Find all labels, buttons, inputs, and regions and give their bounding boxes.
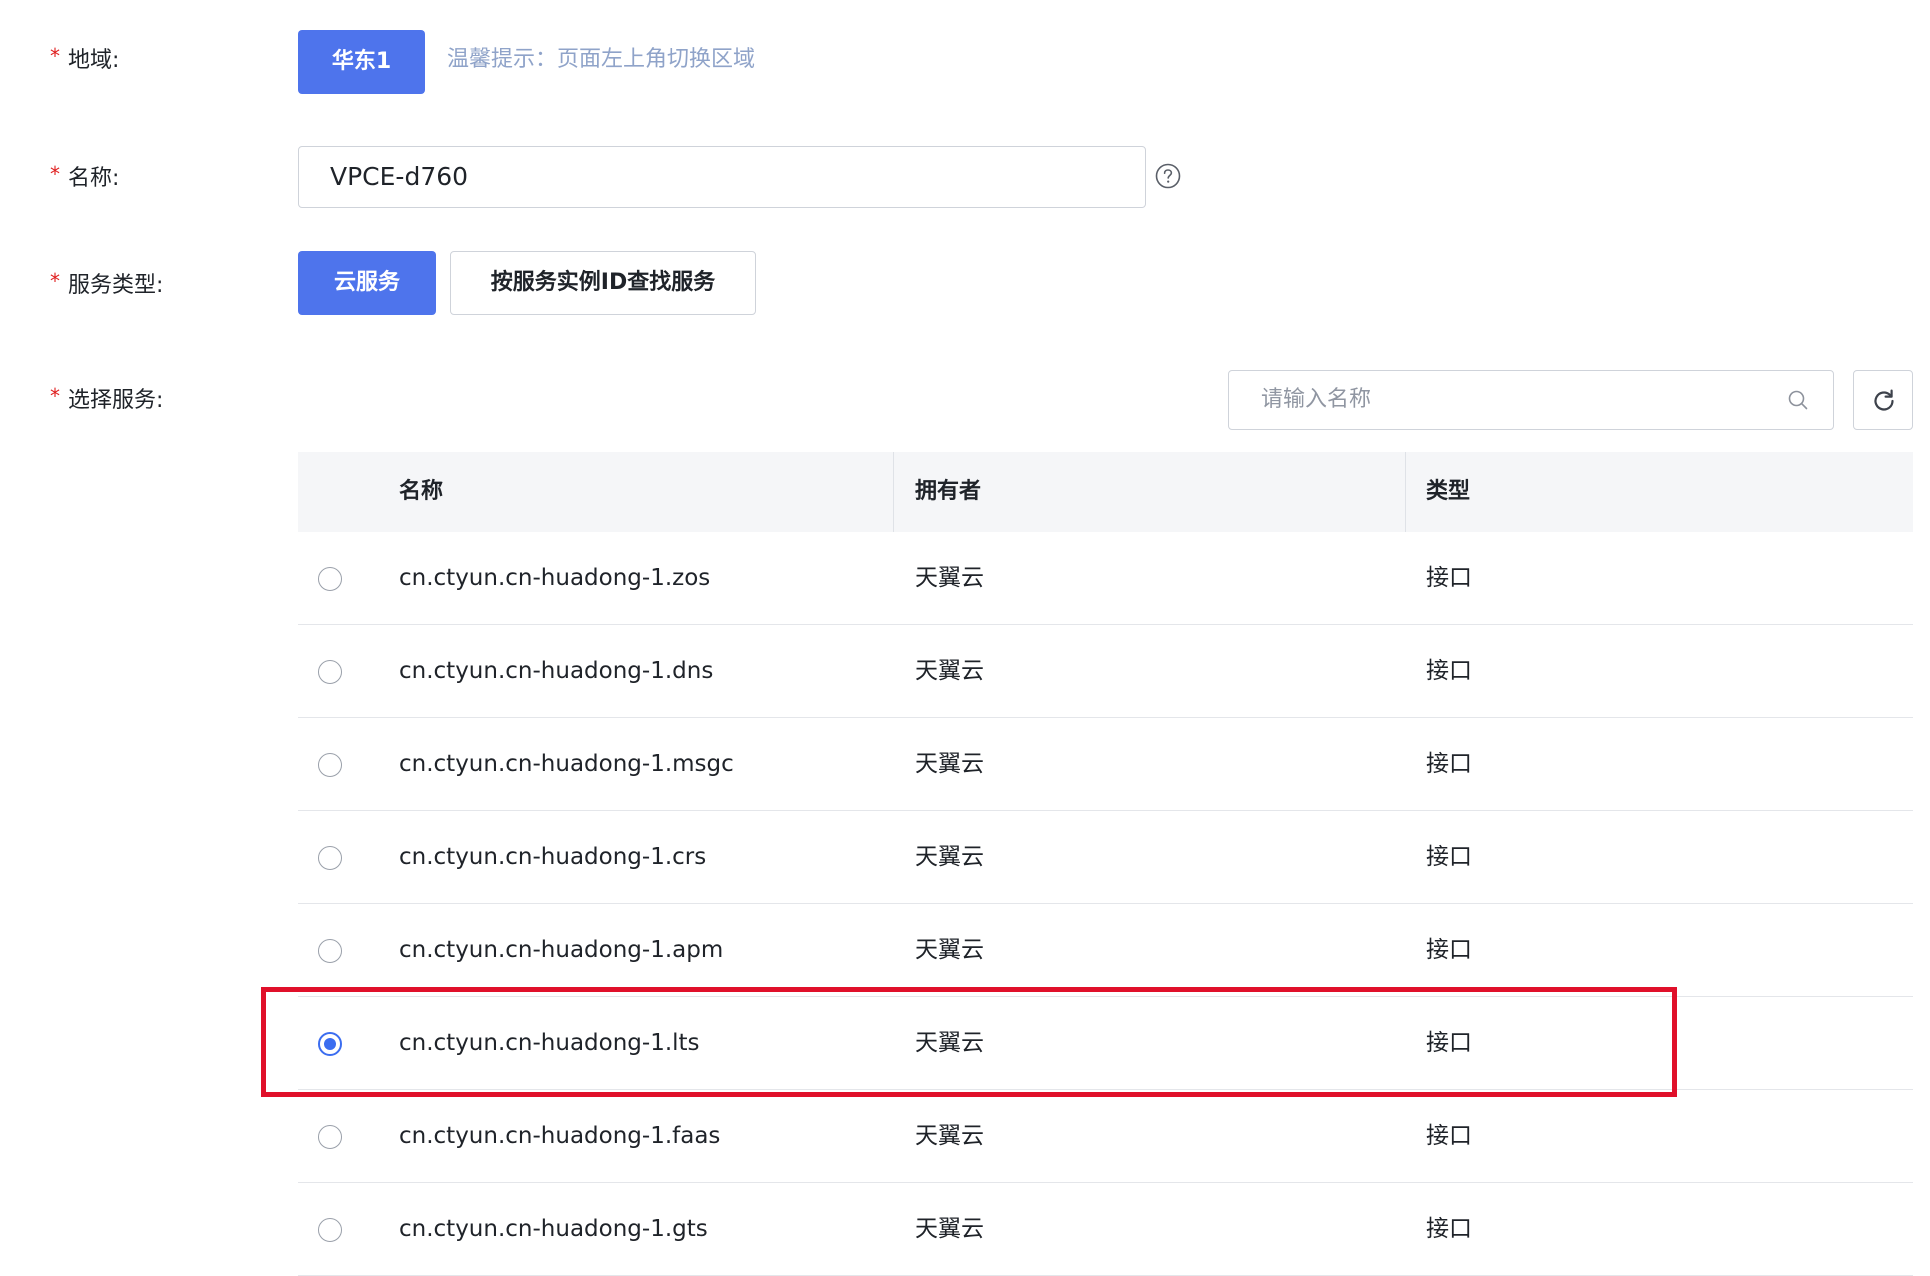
service-owner: 天翼云 <box>915 751 984 777</box>
required-mark: * <box>50 44 60 68</box>
column-header-type: 类型 <box>1426 479 1471 504</box>
row-radio[interactable] <box>318 1218 342 1242</box>
refresh-button[interactable] <box>1853 370 1913 430</box>
table-row[interactable]: cn.ctyun.cn-huadong-1.zos 天翼云 接口 <box>298 532 1913 625</box>
search-input[interactable]: 请输入名称 <box>1228 370 1834 430</box>
service-type-label: * 服务类型: <box>50 265 163 305</box>
region-hint: 温馨提示：页面左上角切换区域 <box>447 47 756 72</box>
row-radio[interactable] <box>318 939 342 963</box>
service-type: 接口 <box>1426 1216 1472 1242</box>
service-type: 接口 <box>1426 844 1472 870</box>
service-owner: 天翼云 <box>915 565 984 591</box>
service-name: cn.ctyun.cn-huadong-1.crs <box>399 844 707 870</box>
name-input[interactable]: VPCE-d760 <box>298 146 1146 208</box>
table-row[interactable]: cn.ctyun.cn-huadong-1.apm 天翼云 接口 <box>298 904 1913 997</box>
row-radio[interactable] <box>318 846 342 870</box>
service-owner: 天翼云 <box>915 658 984 684</box>
search-icon[interactable] <box>1787 389 1809 411</box>
service-name: cn.ctyun.cn-huadong-1.lts <box>399 1030 700 1056</box>
service-owner: 天翼云 <box>915 1123 984 1149</box>
name-label-text: 名称: <box>68 166 120 191</box>
required-mark: * <box>50 269 60 293</box>
service-type-label-text: 服务类型: <box>68 273 164 298</box>
column-header-name: 名称 <box>399 479 444 504</box>
service-type: 接口 <box>1426 565 1472 591</box>
row-radio[interactable] <box>318 1125 342 1149</box>
service-type: 接口 <box>1426 1030 1472 1056</box>
row-radio[interactable] <box>318 660 342 684</box>
column-divider <box>893 452 894 532</box>
search-placeholder: 请输入名称 <box>1261 387 1372 412</box>
service-type-instance-id-button[interactable]: 按服务实例ID查找服务 <box>450 251 756 315</box>
table-header: 名称 拥有者 类型 <box>298 452 1913 532</box>
select-service-label-text: 选择服务: <box>68 388 164 413</box>
service-type: 接口 <box>1426 751 1472 777</box>
select-service-label: * 选择服务: <box>50 380 163 420</box>
service-name: cn.ctyun.cn-huadong-1.zos <box>399 565 711 591</box>
service-owner: 天翼云 <box>915 844 984 870</box>
service-name: cn.ctyun.cn-huadong-1.faas <box>399 1123 721 1149</box>
region-button[interactable]: 华东1 <box>298 30 425 94</box>
service-owner: 天翼云 <box>915 937 984 963</box>
service-name: cn.ctyun.cn-huadong-1.apm <box>399 937 724 963</box>
region-label: * 地域: <box>50 40 119 80</box>
table-row[interactable]: cn.ctyun.cn-huadong-1.dns 天翼云 接口 <box>298 625 1913 718</box>
row-radio[interactable] <box>318 567 342 591</box>
service-type-cloud-button[interactable]: 云服务 <box>298 251 436 315</box>
service-owner: 天翼云 <box>915 1216 984 1242</box>
service-type: 接口 <box>1426 658 1472 684</box>
required-mark: * <box>50 162 60 186</box>
required-mark: * <box>50 384 60 408</box>
table-row[interactable]: cn.ctyun.cn-huadong-1.faas 天翼云 接口 <box>298 1090 1913 1183</box>
column-divider <box>1405 452 1406 532</box>
region-label-text: 地域: <box>68 48 120 73</box>
service-owner: 天翼云 <box>915 1030 984 1056</box>
table-row-selected[interactable]: cn.ctyun.cn-huadong-1.lts 天翼云 接口 <box>298 997 1913 1090</box>
service-type: 接口 <box>1426 937 1472 963</box>
column-header-owner: 拥有者 <box>915 479 982 504</box>
service-name: cn.ctyun.cn-huadong-1.dns <box>399 658 714 684</box>
table-row[interactable]: cn.ctyun.cn-huadong-1.msgc 天翼云 接口 <box>298 718 1913 811</box>
refresh-icon <box>1874 389 1894 411</box>
service-name: cn.ctyun.cn-huadong-1.msgc <box>399 751 734 777</box>
table-row[interactable]: cn.ctyun.cn-huadong-1.crs 天翼云 接口 <box>298 811 1913 904</box>
row-radio[interactable] <box>318 753 342 777</box>
service-table: 名称 拥有者 类型 cn.ctyun.cn-huadong-1.zos 天翼云 … <box>298 452 1913 1276</box>
question-circle-icon[interactable] <box>1155 163 1181 189</box>
table-row[interactable]: cn.ctyun.cn-huadong-1.gts 天翼云 接口 <box>298 1183 1913 1276</box>
row-radio-checked[interactable] <box>318 1032 342 1056</box>
service-name: cn.ctyun.cn-huadong-1.gts <box>399 1216 708 1242</box>
name-label: * 名称: <box>50 158 119 198</box>
service-type: 接口 <box>1426 1123 1472 1149</box>
